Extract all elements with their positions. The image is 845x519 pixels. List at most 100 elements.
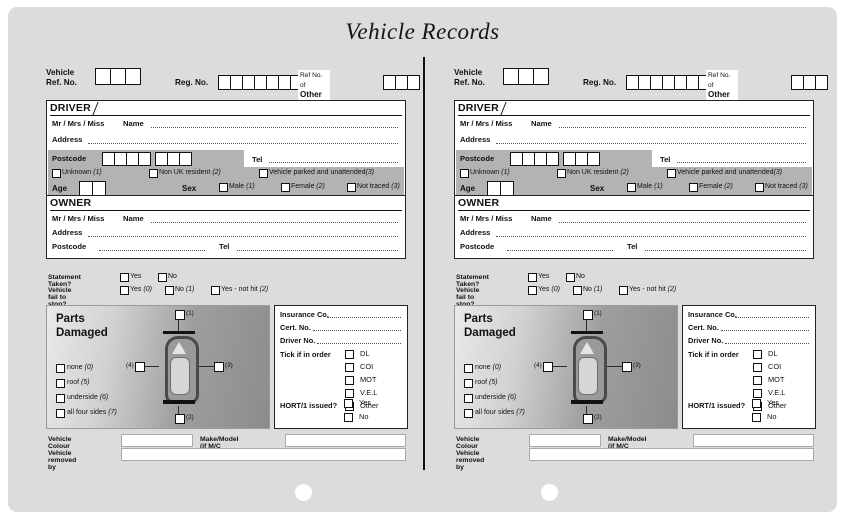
age-box[interactable] bbox=[79, 181, 92, 196]
pc-box[interactable] bbox=[126, 152, 138, 166]
checkbox-driver-non-uk[interactable] bbox=[557, 169, 566, 178]
checkbox-dl[interactable] bbox=[345, 350, 354, 359]
checkbox-fail-to-stop-yes[interactable] bbox=[528, 286, 537, 295]
checkbox-sex-male[interactable] bbox=[627, 183, 636, 192]
driver-postcode-boxes-second[interactable] bbox=[563, 152, 600, 166]
age-box[interactable] bbox=[500, 181, 514, 196]
checkbox-damage-front[interactable] bbox=[175, 310, 185, 320]
checkbox-driver-unknown[interactable] bbox=[52, 169, 61, 178]
pc-box[interactable] bbox=[563, 152, 575, 166]
checkbox-mot[interactable] bbox=[345, 376, 354, 385]
owner-address-input[interactable] bbox=[88, 236, 398, 237]
pc-box[interactable] bbox=[179, 152, 192, 166]
age-box[interactable] bbox=[92, 181, 106, 196]
reg-box[interactable] bbox=[638, 75, 650, 90]
vehicle-colour-input[interactable] bbox=[529, 434, 601, 447]
checkbox-vel[interactable] bbox=[753, 389, 762, 398]
driver-postcode-boxes-first[interactable] bbox=[510, 152, 559, 166]
reg-box[interactable] bbox=[242, 75, 254, 90]
checkbox-damage-left[interactable] bbox=[543, 362, 553, 372]
hit-box[interactable] bbox=[815, 75, 828, 90]
driver-postcode-boxes-second[interactable] bbox=[155, 152, 192, 166]
cert-no-input[interactable] bbox=[721, 330, 809, 331]
pc-box[interactable] bbox=[587, 152, 600, 166]
hit-box[interactable] bbox=[395, 75, 407, 90]
ref-box[interactable] bbox=[95, 68, 110, 85]
checkbox-hort1-no[interactable] bbox=[344, 413, 353, 422]
checkbox-damage-underside[interactable] bbox=[56, 394, 65, 403]
checkbox-damage-right[interactable] bbox=[214, 362, 224, 372]
driver-name-input[interactable] bbox=[151, 127, 398, 128]
reg-box[interactable] bbox=[266, 75, 278, 90]
ref-box[interactable] bbox=[125, 68, 141, 85]
checkbox-damage-underside[interactable] bbox=[464, 394, 473, 403]
checkbox-hort1-yes[interactable] bbox=[752, 399, 761, 408]
checkbox-sex-female[interactable] bbox=[281, 183, 290, 192]
checkbox-coi[interactable] bbox=[345, 363, 354, 372]
checkbox-vel[interactable] bbox=[345, 389, 354, 398]
owner-tel-input[interactable] bbox=[237, 250, 398, 251]
driver-name-input[interactable] bbox=[559, 127, 806, 128]
checkbox-statement-taken-yes[interactable] bbox=[120, 273, 129, 282]
checkbox-sex-female[interactable] bbox=[689, 183, 698, 192]
owner-address-input[interactable] bbox=[496, 236, 806, 237]
driver-no-input[interactable] bbox=[317, 343, 401, 344]
driver-tel-input[interactable] bbox=[677, 162, 806, 163]
checkbox-dl[interactable] bbox=[753, 350, 762, 359]
checkbox-sex-not-traced[interactable] bbox=[755, 183, 764, 192]
checkbox-coi[interactable] bbox=[753, 363, 762, 372]
checkbox-damage-right[interactable] bbox=[622, 362, 632, 372]
owner-name-input[interactable] bbox=[151, 222, 398, 223]
hit-box[interactable] bbox=[803, 75, 815, 90]
reg-box[interactable] bbox=[278, 75, 290, 90]
owner-postcode-input[interactable] bbox=[99, 250, 205, 251]
hit-box[interactable] bbox=[407, 75, 420, 90]
ref-box[interactable] bbox=[503, 68, 518, 85]
checkbox-fail-to-stop-not-hit[interactable] bbox=[211, 286, 220, 295]
vehicle-removed-input[interactable] bbox=[121, 448, 406, 461]
pc-box[interactable] bbox=[510, 152, 522, 166]
driver-postcode-boxes-first[interactable] bbox=[102, 152, 151, 166]
checkbox-statement-taken-no[interactable] bbox=[158, 273, 167, 282]
age-box[interactable] bbox=[487, 181, 500, 196]
checkbox-driver-non-uk[interactable] bbox=[149, 169, 158, 178]
make-model-input[interactable] bbox=[693, 434, 814, 447]
checkbox-sex-not-traced[interactable] bbox=[347, 183, 356, 192]
driver-address-input[interactable] bbox=[88, 143, 398, 144]
vehicle-ref-input-boxes[interactable] bbox=[95, 68, 141, 85]
reg-no-input-boxes[interactable] bbox=[626, 75, 711, 90]
pc-box[interactable] bbox=[102, 152, 114, 166]
reg-box[interactable] bbox=[662, 75, 674, 90]
hit-box[interactable] bbox=[791, 75, 803, 90]
checkbox-driver-parked-unattended[interactable] bbox=[259, 169, 268, 178]
vehicle-ref-input-boxes[interactable] bbox=[503, 68, 549, 85]
vehicle-colour-input[interactable] bbox=[121, 434, 193, 447]
checkbox-damage-front[interactable] bbox=[583, 310, 593, 320]
reg-box[interactable] bbox=[626, 75, 638, 90]
driver-tel-input[interactable] bbox=[269, 162, 398, 163]
insurance-company-input[interactable] bbox=[327, 317, 401, 318]
ref-box[interactable] bbox=[518, 68, 533, 85]
reg-box[interactable] bbox=[650, 75, 662, 90]
vehicle-removed-input[interactable] bbox=[529, 448, 814, 461]
checkbox-fail-to-stop-no[interactable] bbox=[573, 286, 582, 295]
checkbox-damage-rear[interactable] bbox=[175, 414, 185, 424]
checkbox-damage-roof[interactable] bbox=[464, 379, 473, 388]
checkbox-mot[interactable] bbox=[753, 376, 762, 385]
reg-box[interactable] bbox=[230, 75, 242, 90]
checkbox-driver-unknown[interactable] bbox=[460, 169, 469, 178]
checkbox-damage-all-four-sides[interactable] bbox=[464, 409, 473, 418]
checkbox-driver-parked-unattended[interactable] bbox=[667, 169, 676, 178]
checkbox-damage-none[interactable] bbox=[464, 364, 473, 373]
owner-postcode-input[interactable] bbox=[507, 250, 613, 251]
pc-box[interactable] bbox=[114, 152, 126, 166]
checkbox-damage-rear[interactable] bbox=[583, 414, 593, 424]
owner-name-input[interactable] bbox=[559, 222, 806, 223]
hit-box[interactable] bbox=[383, 75, 395, 90]
reg-box[interactable] bbox=[674, 75, 686, 90]
owner-tel-input[interactable] bbox=[645, 250, 806, 251]
checkbox-damage-roof[interactable] bbox=[56, 379, 65, 388]
cert-no-input[interactable] bbox=[313, 330, 401, 331]
pc-box[interactable] bbox=[546, 152, 559, 166]
checkbox-fail-to-stop-yes[interactable] bbox=[120, 286, 129, 295]
